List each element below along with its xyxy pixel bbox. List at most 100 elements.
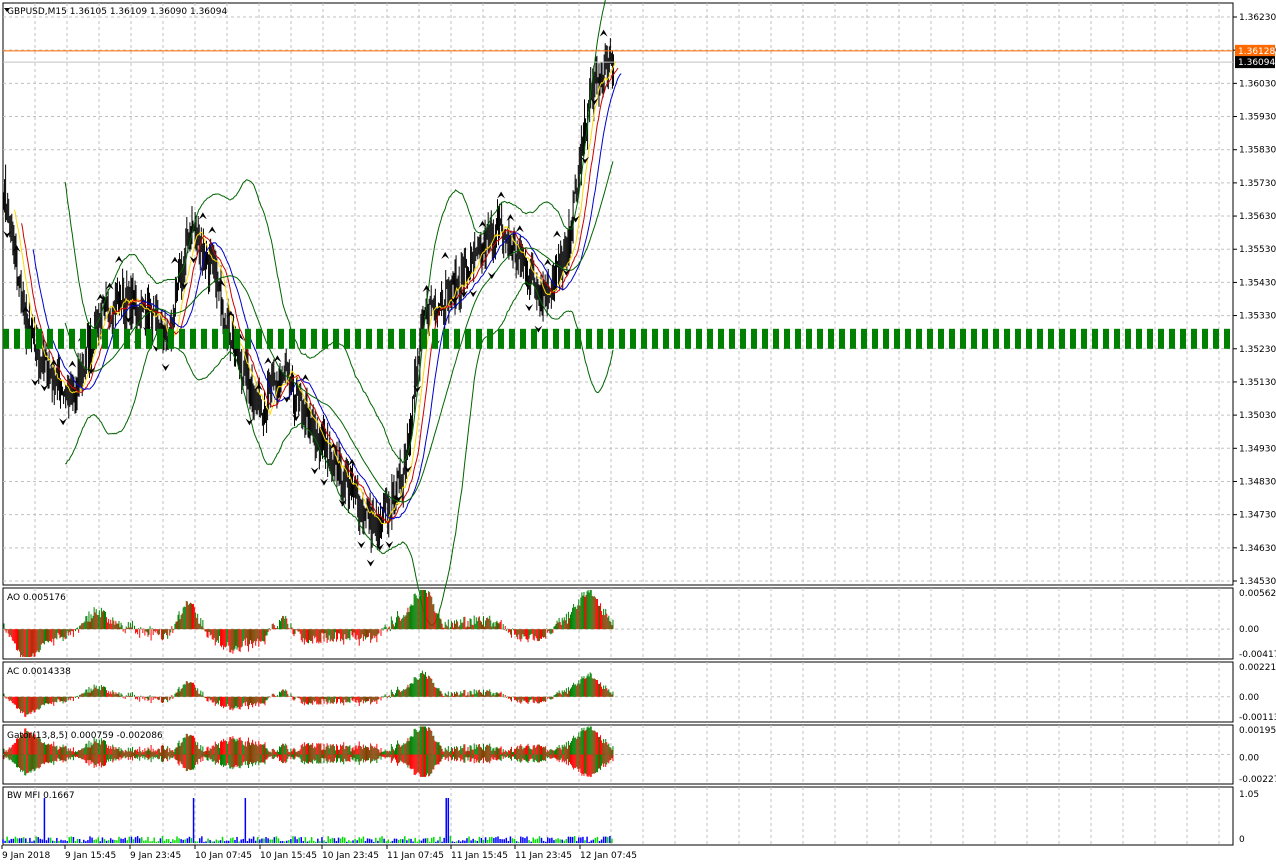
level-marker [1180, 328, 1186, 349]
fractal-up-icon [441, 251, 450, 259]
level-marker [1059, 328, 1065, 349]
time-tick-label: 9 Jan 15:45 [65, 851, 116, 861]
level-marker [58, 328, 64, 349]
level-marker [641, 328, 647, 349]
level-marker [1136, 328, 1142, 349]
level-marker [1114, 328, 1120, 349]
level-marker [36, 328, 42, 349]
trading-chart[interactable]: 1.362301.361301.360301.359301.358301.357… [0, 0, 1276, 866]
price-tick-label: 1.35730 [1239, 179, 1276, 189]
time-tick-label: 10 Jan 15:45 [260, 851, 317, 861]
level-marker [740, 328, 746, 349]
level-marker [509, 328, 515, 349]
level-marker [388, 328, 394, 349]
fractal-down-icon [59, 418, 68, 426]
level-marker [883, 328, 889, 349]
fractal-up-icon [264, 357, 273, 365]
band-upper [64, 0, 606, 464]
level-marker [124, 328, 130, 349]
level-marker [685, 328, 691, 349]
time-tick-label: 12 Jan 07:45 [580, 851, 637, 861]
price-tick-label: 1.35530 [1239, 245, 1276, 255]
level-marker [707, 328, 713, 349]
price-tick-label: 1.35130 [1239, 378, 1276, 388]
level-marker [498, 328, 504, 349]
level-marker [399, 328, 405, 349]
price-tick-label: 1.34930 [1239, 444, 1276, 454]
price-tick-label: 1.34630 [1239, 544, 1276, 554]
fractal-up-icon [114, 255, 123, 263]
level-marker [762, 328, 768, 349]
fractal-down-icon [310, 467, 319, 475]
indicator-tick-label: 0.00 [1239, 693, 1259, 703]
level-marker [729, 328, 735, 349]
level-marker [564, 328, 570, 349]
level-marker [223, 328, 229, 349]
level-marker [1158, 328, 1164, 349]
price-tick-label: 1.35630 [1239, 212, 1276, 222]
level-marker [894, 328, 900, 349]
time-tick-label: 9 Jan 23:45 [130, 851, 181, 861]
level-marker [322, 328, 328, 349]
level-marker [146, 328, 152, 349]
price-tick-label: 1.35330 [1239, 312, 1276, 322]
level-marker [168, 328, 174, 349]
level-marker [278, 328, 284, 349]
price-tick-label: 1.35030 [1239, 411, 1276, 421]
fractal-up-icon [301, 374, 310, 382]
indicator-tick-label: 0 [1239, 835, 1245, 845]
level-marker [80, 328, 86, 349]
indicator-panels[interactable] [2, 590, 614, 843]
level-marker [25, 328, 31, 349]
level-marker [1004, 328, 1010, 349]
chart-background [2, 2, 1234, 846]
level-marker [476, 328, 482, 349]
fractal-down-icon [31, 378, 40, 386]
level-marker [1070, 328, 1076, 349]
fractal-up-icon [553, 230, 562, 238]
level-marker [960, 328, 966, 349]
time-tick-label: 11 Jan 23:45 [515, 851, 572, 861]
level-marker [817, 328, 823, 349]
indicator-tick-label: -0.002278 [1239, 775, 1276, 785]
time-tick-label: 11 Jan 07:45 [387, 851, 444, 861]
level-marker [553, 328, 559, 349]
level-marker [1213, 328, 1219, 349]
axes: 1.362301.361301.360301.359301.358301.357… [1, 13, 1276, 861]
level-marker [355, 328, 361, 349]
level-marker [267, 328, 273, 349]
indicator-tick-label: 0.002218 [1239, 663, 1276, 673]
level-marker [927, 328, 933, 349]
price-panel[interactable] [3, 0, 1233, 626]
level-marker [586, 328, 592, 349]
level-marker [630, 328, 636, 349]
price-tick-label: 1.36030 [1239, 79, 1276, 89]
price-tick-label: 1.34530 [1239, 577, 1276, 587]
fractal-up-icon [515, 225, 524, 233]
level-marker [47, 328, 53, 349]
level-marker [872, 328, 878, 349]
level-marker [366, 328, 372, 349]
level-marker [1092, 328, 1098, 349]
level-marker [949, 328, 955, 349]
level-marker [91, 328, 97, 349]
level-marker [234, 328, 240, 349]
level-marker [69, 328, 75, 349]
level-marker [1048, 328, 1054, 349]
time-tick-label: 10 Jan 07:45 [195, 851, 252, 861]
level-marker [575, 328, 581, 349]
level-marker [784, 328, 790, 349]
level-marker [1202, 328, 1208, 349]
ask-price-label: 1.36128 [1238, 47, 1275, 57]
level-marker [806, 328, 812, 349]
level-marker [102, 328, 108, 349]
level-marker [663, 328, 669, 349]
level-marker [938, 328, 944, 349]
level-marker [751, 328, 757, 349]
level-marker [773, 328, 779, 349]
fractal-down-icon [525, 304, 534, 312]
level-marker [113, 328, 119, 349]
level-marker [432, 328, 438, 349]
fractal-down-icon [40, 384, 49, 392]
level-marker [696, 328, 702, 349]
